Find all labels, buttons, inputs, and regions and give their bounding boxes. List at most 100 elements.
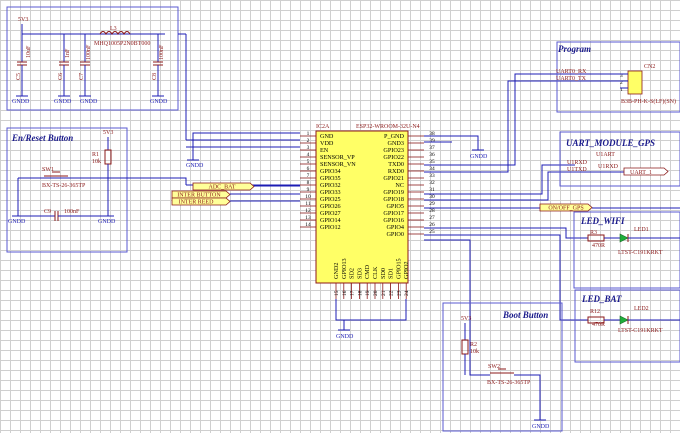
svg-text:ON/OFF_GPS: ON/OFF_GPS [548, 206, 583, 212]
led2-symbol [619, 315, 629, 325]
mcu-pin-name: RXD0 [388, 168, 404, 175]
mcu-pin-name: GPIO19 [383, 189, 404, 196]
svg-text:GNDD: GNDD [80, 99, 98, 105]
mcu-pin-number: 33 [429, 173, 435, 179]
mcu-pin-name: GPIO25 [320, 196, 341, 203]
program-block: Program CN2 B3B-PH-K-S(LF)(SN) 3 2 1 UAR… [556, 41, 680, 113]
mcu-pin-number: 13 [305, 215, 311, 221]
svg-text:ADC_BAT: ADC_BAT [208, 185, 235, 191]
supply-rail [21, 24, 165, 35]
gnd-label: GNDD [8, 219, 26, 225]
gpio4-wire [424, 227, 588, 239]
mcu-pin-name: GPIO18 [383, 196, 404, 203]
mcu-pin-name: GPIO16 [383, 217, 404, 224]
mcu-pin-name: VDD [320, 140, 334, 147]
en-supply: 5V3 [103, 130, 113, 136]
mcu-pin-number: 30 [429, 194, 435, 200]
mcu-pin-name: GPIO21 [383, 175, 404, 182]
program-title: Program [558, 44, 591, 54]
cap-value: 100nF [159, 44, 165, 60]
mcu-pin-name: GPIO4 [386, 224, 404, 231]
u1rxd-label: U1RXD [567, 160, 588, 166]
cap-ref: C6 [58, 73, 64, 80]
cn2-body [627, 70, 643, 95]
mcu-ref: IC2A [316, 124, 330, 130]
svg-text:GNDD: GNDD [54, 99, 72, 105]
sw1-ref: SW1 [42, 167, 54, 173]
uart-gps-title: UART_MODULE_GPS [566, 138, 655, 148]
mcu-pin-number: 20 [373, 290, 379, 296]
c9-ref: C9 [44, 209, 51, 215]
mcu-pin-name: GPIO26 [320, 203, 341, 210]
cap-c7: C7 100nF [79, 34, 92, 96]
resistor-r1 [104, 149, 112, 165]
mcu-pin-name: GPIO15 [395, 258, 402, 279]
mcu-pin-name: NC [395, 182, 404, 189]
inductor-ref: L3 [110, 26, 117, 32]
mcu-pin-name: SD3 [356, 268, 363, 279]
r3-val: 470R [592, 243, 605, 249]
schematic-canvas: 5V3 L3 MHQ1005P2N0BT000 C5 10uF C6 1nF C… [6, 6, 680, 432]
mcu-pin-number: 11 [305, 201, 310, 207]
boot-wire [424, 239, 490, 376]
r12-ref: R12 [590, 309, 600, 315]
mcu-pin-name: GPIO34 [320, 168, 341, 175]
schematic-sheet: 5V3 L3 MHQ1005P2N0BT000 C5 10uF C6 1nF C… [0, 0, 680, 433]
en-reset-frame [6, 127, 128, 253]
u1txd-wire [424, 171, 575, 201]
mcu-pin-number: 3 [307, 145, 310, 151]
u1rxd-wire [424, 164, 575, 195]
cap-ref: C8 [152, 73, 158, 80]
mcu-pin-name: GPIO14 [320, 217, 341, 224]
mcu-pin-name: SENSOR_VN [320, 161, 356, 168]
mcu-pin-name: GPIO32 [320, 182, 341, 189]
mcu-pin-number: 4 [307, 152, 310, 158]
cap-value: 10uF [26, 45, 32, 58]
uart0-tx-label: UART0_TX [556, 76, 587, 82]
uart0-rx-label: UART0_RX [556, 69, 587, 75]
svg-text:GNDD: GNDD [12, 99, 30, 105]
gnd-label: GNDD [470, 154, 488, 160]
resistor-r2 [461, 339, 469, 355]
led2-part: LTST-C191KRKT [618, 328, 663, 334]
mcu-pin-number: 9 [307, 187, 310, 193]
mcu-pin-number: 26 [429, 222, 435, 228]
boot-title: Boot Button [502, 310, 548, 320]
cap-c6: C6 1nF [58, 34, 71, 96]
mcu-pin-name: TXD0 [388, 161, 404, 168]
cap-c8: C8 100nF [152, 34, 165, 96]
mcu-pin-number: 21 [381, 290, 387, 296]
mcu-pin-name: SD2 [349, 268, 356, 279]
gnd-label: GNDD [532, 424, 550, 430]
r1-ref: R1 [92, 152, 99, 158]
svg-text:INTER REED: INTER REED [179, 200, 214, 206]
net-inter-reed: INTER REED [171, 197, 300, 206]
mcu-pin-number: 35 [429, 159, 435, 165]
mcu-pin-number: 24 [404, 290, 410, 296]
mcu-pin-number: 27 [429, 215, 435, 221]
mcu-pin-number: 22 [389, 290, 395, 296]
mcu-pin-number: 12 [305, 208, 311, 214]
uart-rx: U1RXD [598, 164, 619, 170]
gnd-label: GNDD [98, 219, 116, 225]
en-reset-title: En/Reset Button [11, 133, 73, 143]
led1-symbol [619, 233, 629, 243]
mcu-pin-name: GPIO2 [403, 261, 410, 279]
gnd-label: GNDD [336, 334, 354, 340]
cap-ref: C7 [79, 73, 85, 80]
mcu-pin-number: 23 [396, 290, 402, 296]
mcu-ic2a: IC2A ESP32-WROOM-32U-N4 1 GND2 VDD3 EN4 SENS… [300, 124, 435, 299]
led1-part: LTST-C191KRKT [618, 250, 663, 256]
mcu-pin-number: 19 [365, 290, 371, 296]
cap-ref: C5 [16, 73, 22, 80]
gnd-label: GNDD [186, 163, 204, 169]
en-reset-block: En/Reset Button 5V3 R1 10k SW1 BX-TS-26-… [6, 127, 187, 253]
mcu-pin-number: 17 [350, 290, 356, 296]
mcu-pin-name: GND2 [333, 263, 340, 280]
inductor-part: MHQ1005P2N0BT000 [94, 41, 150, 47]
mcu-pin-number: 10 [305, 194, 311, 200]
cap-value: 1nF [65, 48, 71, 58]
r2-val: 10k [470, 349, 479, 355]
mcu-pin-number: 32 [429, 180, 435, 186]
uart-gps-block: UART_MODULE_GPS U1ART U1RXD U1TXD U1RXD … [559, 131, 680, 187]
